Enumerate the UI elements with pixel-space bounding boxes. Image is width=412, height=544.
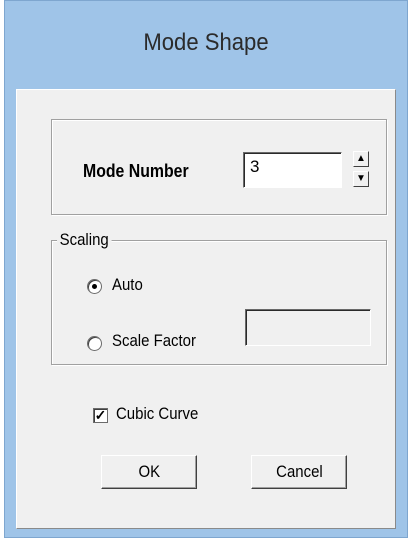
scale-factor-radio[interactable]: [87, 336, 102, 351]
auto-radio-label[interactable]: Auto: [112, 275, 143, 295]
checkmark-icon: ✓: [94, 407, 107, 423]
spin-down-button[interactable]: ▼: [353, 171, 369, 187]
cancel-button-label: Cancel: [275, 462, 323, 481]
cubic-curve-checkbox[interactable]: ✓: [93, 408, 108, 423]
mode-number-input[interactable]: 3: [243, 152, 342, 188]
cubic-curve-label[interactable]: Cubic Curve: [116, 404, 198, 424]
dialog-client-area: Mode Number 3 ▲ ▼ Scaling Auto Scale Fac…: [16, 89, 396, 529]
spin-up-button[interactable]: ▲: [353, 151, 369, 167]
arrow-down-icon: ▼: [356, 173, 366, 184]
mode-shape-dialog: Mode Shape Mode Number 3 ▲ ▼ Scaling Aut…: [4, 0, 408, 538]
radio-selected-dot: [92, 284, 97, 289]
window-title: Mode Shape: [143, 29, 269, 56]
scale-factor-radio-label[interactable]: Scale Factor: [112, 331, 196, 351]
ok-button-label: OK: [138, 462, 160, 481]
auto-radio[interactable]: [87, 279, 102, 294]
scaling-group-label: Scaling: [57, 230, 112, 250]
ok-button[interactable]: OK: [101, 455, 197, 489]
scale-factor-input[interactable]: [245, 309, 371, 346]
arrow-up-icon: ▲: [356, 153, 366, 164]
cancel-button[interactable]: Cancel: [251, 455, 347, 489]
mode-number-label: Mode Number: [83, 161, 189, 181]
